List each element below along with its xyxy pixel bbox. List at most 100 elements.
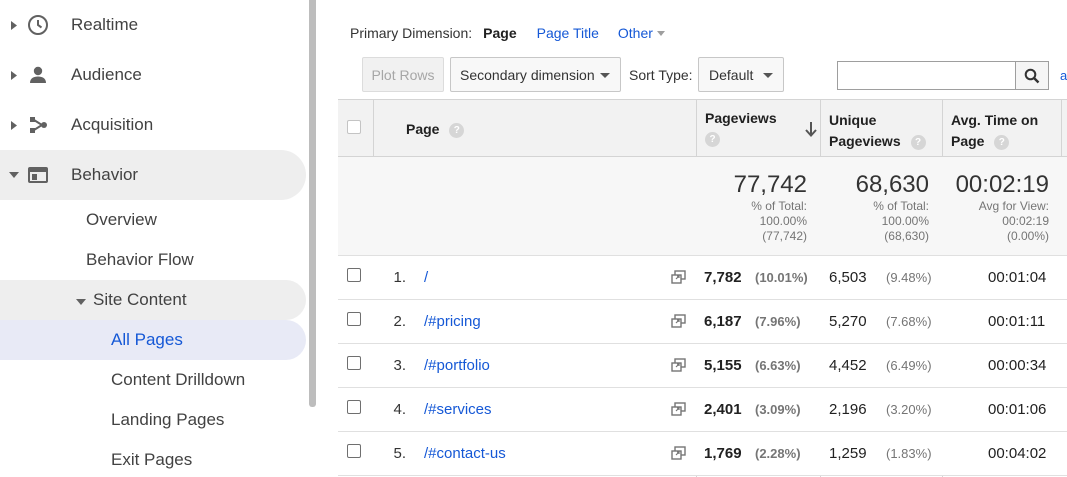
sort-type-dropdown[interactable]: Default [698, 57, 784, 92]
primary-dimension-page[interactable]: Page [483, 25, 516, 41]
totals-avg-time-view: 00:02:19 [1002, 214, 1049, 228]
row-pageviews: 7,782 [704, 269, 742, 286]
sidebar: Realtime Audience Acquisition Behavior O… [0, 0, 316, 477]
chevron-down-icon [600, 73, 610, 78]
nav-landing-pages[interactable]: Landing Pages [0, 400, 306, 440]
help-icon[interactable]: ? [994, 134, 1010, 150]
row-pageviews: 1,769 [704, 445, 742, 462]
sort-desc-arrow-icon [805, 122, 817, 140]
nav-acquisition-label: Acquisition [71, 115, 154, 134]
totals-pageviews-caption: % of Total: [751, 199, 807, 213]
caret-right-icon [9, 120, 19, 130]
chevron-down-icon [763, 73, 773, 78]
nav-behavior[interactable]: Behavior [0, 150, 306, 200]
popout-icon[interactable] [671, 314, 686, 332]
select-all-checkbox[interactable] [347, 120, 361, 134]
row-page-link[interactable]: /#services [424, 401, 492, 418]
popout-icon[interactable] [671, 402, 686, 420]
secondary-dimension-dropdown[interactable]: Secondary dimension [450, 57, 621, 92]
header-avg-line2: Page [951, 133, 985, 149]
row-page-link[interactable]: /#portfolio [424, 357, 490, 374]
row-page-link[interactable]: / [424, 269, 428, 286]
nav-behavior-label: Behavior [71, 165, 139, 184]
nav-overview-label: Overview [86, 210, 157, 229]
totals-avg-time-value: 00:02:19 [955, 171, 1049, 198]
primary-dimension-other-label: Other [617, 25, 653, 41]
row-unique-pct: (3.20%) [886, 402, 932, 417]
popout-icon[interactable] [671, 446, 686, 464]
nav-exit-pages-label: Exit Pages [111, 450, 193, 469]
search-button[interactable] [1016, 61, 1049, 90]
primary-dimension-page-title[interactable]: Page Title [537, 25, 599, 41]
row-unique-pageviews: 2,196 [829, 401, 867, 418]
nav-acquisition[interactable]: Acquisition [0, 100, 306, 150]
row-unique-pageviews: 6,503 [829, 269, 867, 286]
header-avg-time[interactable]: Avg. Time on Page ? [951, 110, 1061, 152]
behavior-icon [27, 164, 49, 186]
search-icon [1024, 68, 1040, 83]
table-row: 2. /#pricing 6,187 (7.96%) 5,270 (7.68%)… [338, 300, 1067, 344]
header-unique-line1: Unique [829, 112, 877, 128]
sidebar-scrollbar[interactable] [309, 0, 316, 407]
header-pageviews[interactable]: Pageviews ? [705, 110, 820, 147]
nav-content-drilldown[interactable]: Content Drilldown [0, 360, 306, 400]
nav-behavior-overview[interactable]: Overview [0, 200, 306, 240]
row-checkbox[interactable] [347, 444, 361, 458]
select-all-checkbox-box [347, 120, 361, 134]
totals-pageviews-pct: 100.00% [759, 214, 807, 228]
advanced-link[interactable]: a [1060, 68, 1067, 83]
row-unique-pct: (9.48%) [886, 270, 932, 285]
nav-all-pages[interactable]: All Pages [0, 320, 306, 360]
nav-exit-pages[interactable]: Exit Pages [0, 440, 306, 477]
totals-pageviews: 77,742 % of Total: 100.00% (77,742) [697, 157, 807, 256]
row-page-link[interactable]: /#pricing [424, 313, 481, 330]
row-checkbox[interactable] [347, 400, 361, 414]
totals-unique-value: 68,630 [855, 171, 929, 198]
row-unique-pct: (6.49%) [886, 358, 932, 373]
sort-type-label: Sort Type: [629, 67, 693, 83]
primary-dimension-label: Primary Dimension: [350, 25, 473, 41]
totals-avg-time-caption: Avg for View: [978, 199, 1049, 213]
nav-audience-label: Audience [71, 65, 142, 84]
row-number: 3. [393, 357, 406, 374]
header-unique-line2: Pageviews [829, 133, 901, 149]
row-avg-time: 00:01:04 [988, 269, 1047, 286]
table-search-input[interactable] [837, 61, 1016, 90]
help-icon[interactable]: ? [449, 122, 465, 138]
popout-icon[interactable] [671, 358, 686, 376]
popout-icon[interactable] [671, 270, 686, 288]
row-checkbox[interactable] [347, 356, 361, 370]
acquisition-icon [27, 114, 49, 136]
header-pageviews-label: Pageviews [705, 110, 777, 126]
table-row: 4. /#services 2,401 (3.09%) 2,196 (3.20%… [338, 388, 1067, 432]
row-pageviews: 2,401 [704, 401, 742, 418]
plot-rows-button[interactable]: Plot Rows [362, 57, 444, 92]
row-avg-time: 00:01:06 [988, 401, 1047, 418]
nav-audience[interactable]: Audience [0, 50, 306, 100]
row-checkbox[interactable] [347, 268, 361, 282]
nav-site-content-label: Site Content [93, 290, 187, 309]
caret-down-icon [9, 170, 19, 180]
row-pageviews-pct: (7.96%) [755, 314, 801, 329]
row-number: 5. [393, 445, 406, 462]
row-avg-time: 00:04:02 [988, 445, 1047, 462]
help-icon[interactable]: ? [910, 134, 926, 150]
row-pageviews-pct: (2.28%) [755, 446, 801, 461]
help-icon[interactable]: ? [705, 131, 720, 147]
header-page[interactable]: Page ? [406, 121, 465, 138]
row-unique-pageviews: 1,259 [829, 445, 867, 462]
totals-pageviews-abs: (77,742) [762, 229, 807, 243]
row-page-link[interactable]: /#contact-us [424, 445, 506, 462]
header-unique-pageviews[interactable]: Unique Pageviews ? [829, 110, 939, 152]
totals-avg-time: 00:02:19 Avg for View: 00:02:19 (0.00%) [943, 157, 1049, 256]
sort-type-value: Default [709, 66, 754, 83]
report-main: Primary Dimension: Page Page Title Other… [338, 0, 1067, 477]
table-row: 5. /#contact-us 1,769 (2.28%) 1,259 (1.8… [338, 432, 1067, 476]
nav-realtime[interactable]: Realtime [0, 0, 306, 50]
nav-site-content[interactable]: Site Content [0, 280, 306, 320]
nav-behavior-flow[interactable]: Behavior Flow [0, 240, 306, 280]
row-checkbox[interactable] [347, 312, 361, 326]
table-header: Page ? Pageviews ? Unique Pageviews ? Av… [338, 99, 1067, 157]
caret-right-icon [9, 70, 19, 80]
primary-dimension-other[interactable]: Other [618, 25, 665, 41]
